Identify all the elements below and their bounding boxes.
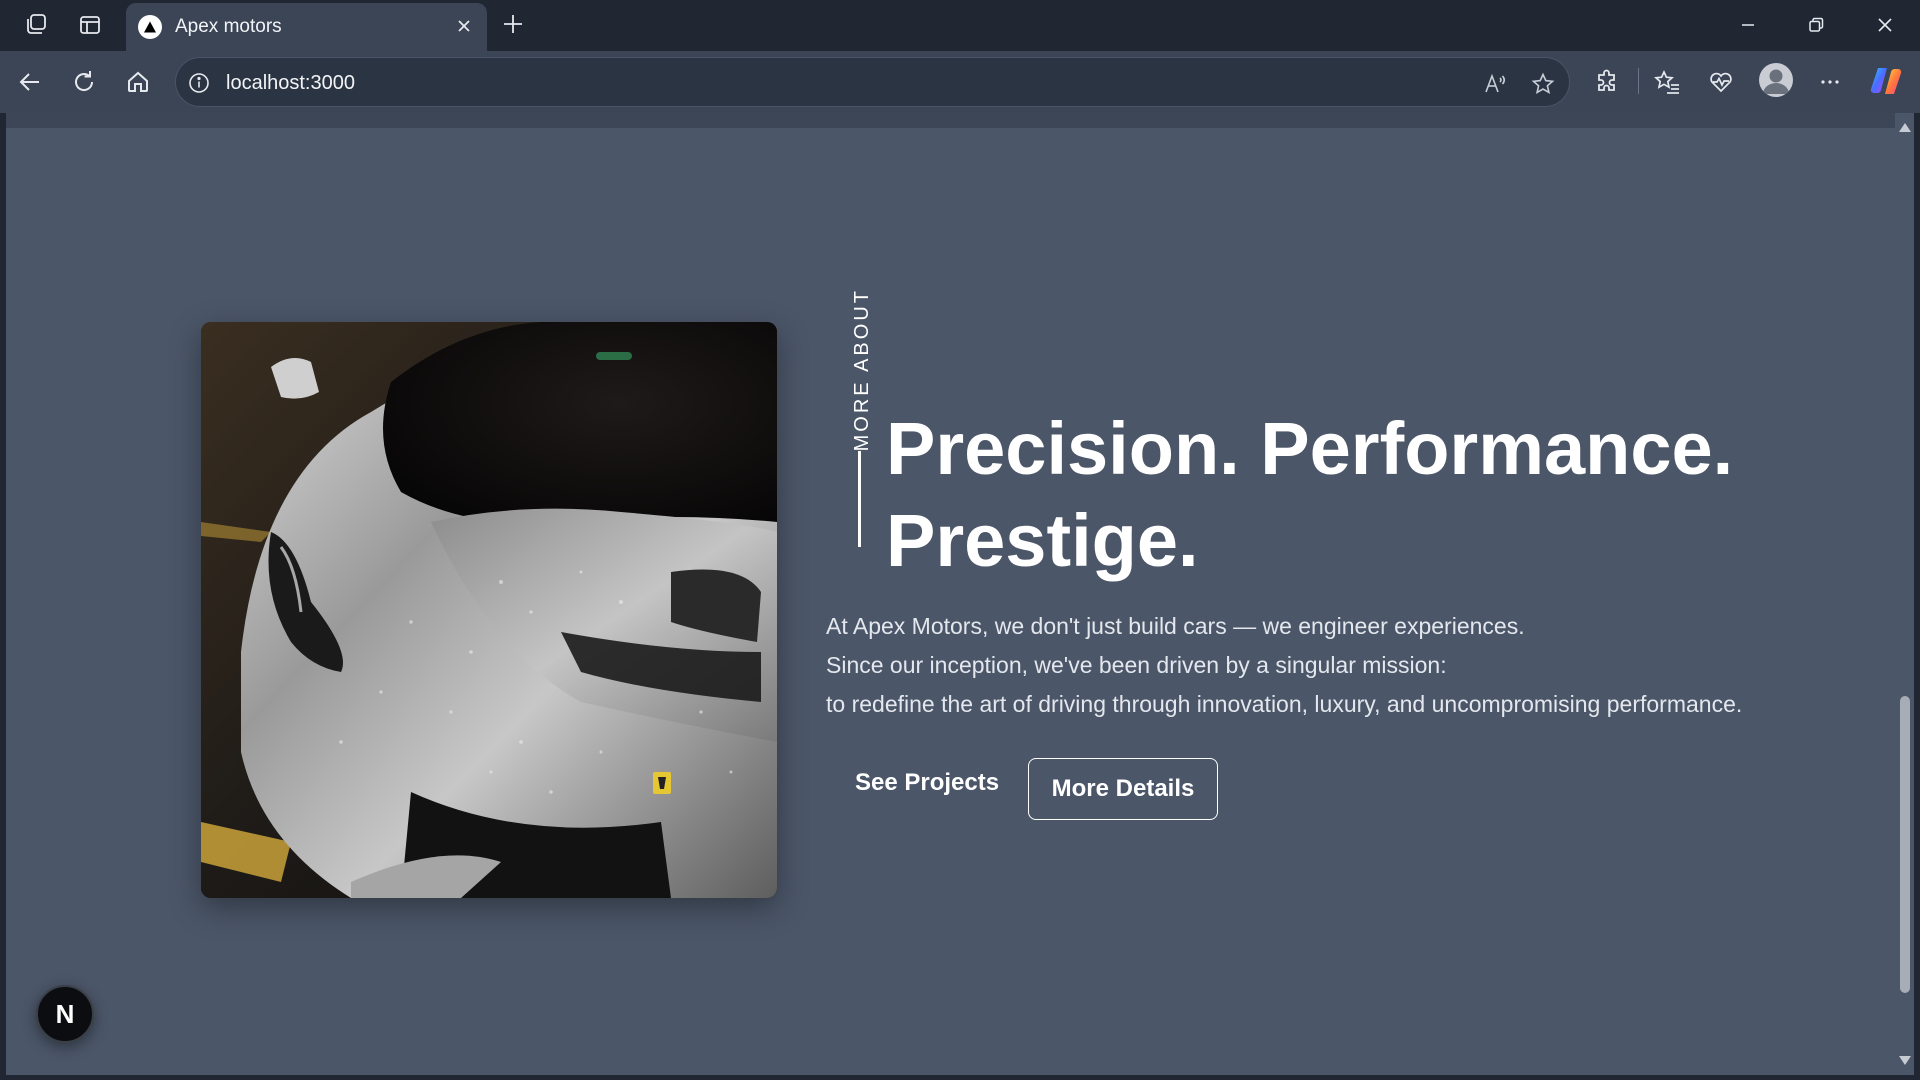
vercel-triangle-icon	[138, 15, 162, 39]
address-bar[interactable]: localhost:3000	[175, 57, 1570, 107]
page-viewport: MORE ABOUT Precision. Performance. Prest…	[6, 113, 1895, 1075]
home-icon[interactable]	[121, 65, 155, 99]
site-info-icon[interactable]	[186, 70, 212, 96]
minimize-icon[interactable]	[1733, 10, 1763, 40]
favorite-star-icon[interactable]	[1529, 70, 1557, 98]
browser-titlebar: Apex motors	[0, 0, 1920, 51]
scroll-down-arrow-icon[interactable]	[1899, 1056, 1911, 1065]
window-bottom-edge	[0, 1075, 1920, 1080]
url-text[interactable]: localhost:3000	[226, 72, 355, 95]
eyebrow-divider-line	[858, 451, 861, 547]
workspaces-icon[interactable]	[22, 11, 50, 39]
more-details-button[interactable]: More Details	[1028, 758, 1218, 820]
extensions-icon[interactable]	[1590, 65, 1624, 99]
new-tab-icon[interactable]	[498, 9, 528, 39]
section-eyebrow-label: MORE ABOUT	[851, 288, 873, 452]
description-line-3: to redefine the art of driving through i…	[826, 691, 1743, 717]
browser-essentials-icon[interactable]	[1704, 65, 1738, 99]
description-line-1: At Apex Motors, we don't just build cars…	[826, 613, 1525, 639]
close-tab-icon[interactable]	[451, 13, 477, 39]
page-scrollbar[interactable]	[1895, 113, 1914, 1075]
favorites-icon[interactable]	[1650, 65, 1684, 99]
back-arrow-icon[interactable]	[13, 65, 47, 99]
headline-line-2: Prestige.	[886, 499, 1199, 582]
tab-title: Apex motors	[175, 16, 282, 37]
scroll-up-arrow-icon[interactable]	[1899, 123, 1911, 132]
scrollbar-thumb[interactable]	[1900, 696, 1910, 993]
headline-line-1: Precision. Performance.	[886, 407, 1734, 490]
profile-avatar[interactable]	[1759, 63, 1793, 97]
more-options-icon[interactable]	[1813, 65, 1847, 99]
browser-toolbar: localhost:3000	[0, 51, 1920, 113]
nextjs-dev-badge[interactable]: N	[36, 985, 94, 1043]
restore-icon[interactable]	[1801, 10, 1831, 40]
hero-car-image	[201, 322, 777, 898]
read-aloud-icon[interactable]	[1481, 70, 1509, 98]
copilot-icon[interactable]	[1869, 64, 1903, 98]
refresh-icon[interactable]	[67, 65, 101, 99]
vertical-tabs-icon[interactable]	[76, 11, 104, 39]
hero-description: At Apex Motors, we don't just build cars…	[826, 607, 1886, 724]
active-tab[interactable]: Apex motors	[126, 3, 487, 51]
toolbar-divider	[1638, 68, 1639, 94]
description-line-2: Since our inception, we've been driven b…	[826, 652, 1447, 678]
hero-headline: Precision. Performance. Prestige.	[886, 403, 1846, 587]
header-edge	[6, 113, 1895, 128]
see-projects-button[interactable]: See Projects	[833, 758, 1021, 808]
close-window-icon[interactable]	[1870, 10, 1900, 40]
